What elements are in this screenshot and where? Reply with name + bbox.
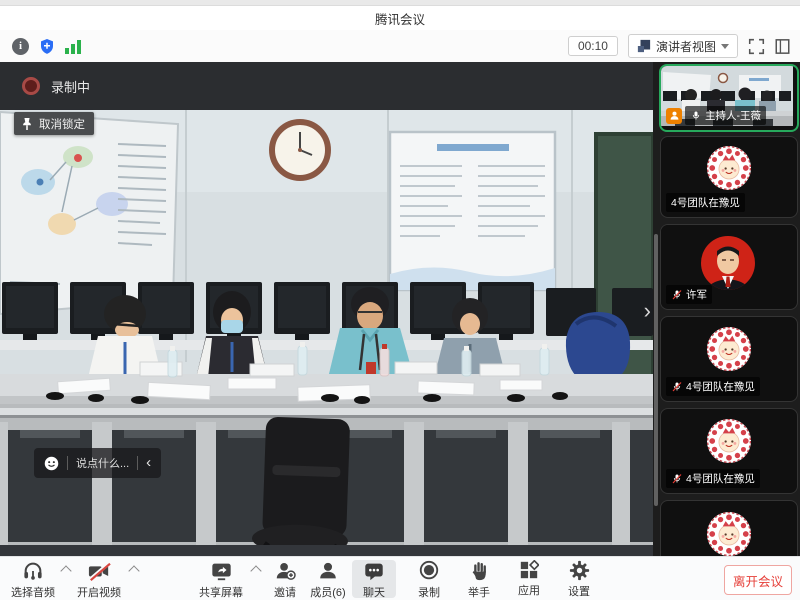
classroom-video-frame	[0, 62, 653, 556]
members-icon	[317, 560, 339, 582]
main-video[interactable]: 录制中 取消锁定 说点什么... ‹ ›	[0, 62, 653, 556]
chevron-down-icon	[721, 44, 729, 49]
participant-tile[interactable]: 4号团队在豫见	[660, 136, 798, 218]
mic-muted-icon	[671, 473, 683, 485]
raise-hand-button[interactable]: 举手	[456, 560, 502, 598]
recording-label: 录制中	[51, 77, 90, 96]
chat-icon	[363, 560, 385, 582]
chat-button[interactable]: 聊天	[352, 560, 396, 598]
members-button[interactable]: 成员(6)	[302, 560, 354, 598]
pin-icon	[21, 117, 33, 131]
info-icon[interactable]: i	[12, 38, 29, 55]
participant-name: 主持人-王薇	[705, 108, 761, 123]
participant-name: 4号团队在豫见	[686, 471, 755, 486]
team-logo	[706, 145, 752, 196]
team-logo	[706, 418, 752, 469]
divider	[67, 456, 68, 470]
fullscreen-icon[interactable]	[748, 38, 765, 55]
settings-icon	[569, 560, 590, 581]
raise-hand-icon	[469, 560, 489, 582]
video-letterbox	[0, 545, 653, 556]
settings-button[interactable]: 设置	[556, 560, 602, 598]
unpin-button[interactable]: 取消锁定	[14, 112, 94, 135]
leave-meeting-button[interactable]: 离开会议	[724, 565, 792, 595]
top-toolbar: i 00:10 演讲者视图	[0, 30, 800, 63]
team-logo	[706, 326, 752, 377]
apps-button[interactable]: 应用	[506, 560, 552, 598]
security-shield-icon[interactable]	[38, 37, 56, 56]
participant-tile[interactable]: 4号团队在豫见	[660, 316, 798, 402]
mic-muted-icon	[671, 381, 683, 393]
camera-off-icon	[87, 560, 111, 582]
quick-chat-bar[interactable]: 说点什么... ‹	[34, 448, 161, 478]
title-bar: 腾讯会议	[0, 6, 800, 30]
tencent-meeting-window: 腾讯会议 i 00:10 演讲者视图	[0, 0, 800, 600]
invite-icon	[274, 560, 296, 582]
unpin-label: 取消锁定	[39, 116, 85, 132]
audio-options-caret[interactable]	[60, 565, 71, 576]
participant-tile-host[interactable]: 主持人-王薇	[659, 64, 799, 132]
share-screen-button[interactable]: 共享屏幕	[192, 560, 250, 598]
divider	[137, 456, 138, 470]
recording-banner: 录制中	[0, 62, 653, 110]
select-audio-button[interactable]: 选择音频	[6, 560, 60, 598]
participant-name: 4号团队在豫见	[671, 195, 740, 210]
participant-name: 许军	[686, 287, 707, 302]
participant-tile[interactable]: 4号团队在豫见	[660, 408, 798, 494]
video-options-caret[interactable]	[128, 565, 139, 576]
sidebar-scrollbar[interactable]	[654, 234, 658, 506]
view-mode-label: 演讲者视图	[656, 38, 716, 55]
headset-icon	[22, 560, 44, 582]
host-avatar-badge	[666, 108, 682, 124]
sidebar-collapse-chevron[interactable]: ›	[644, 300, 651, 322]
layout-icon	[637, 39, 651, 53]
recording-dot-icon	[22, 77, 40, 95]
participant-tile[interactable]	[660, 500, 798, 556]
meeting-timer: 00:10	[568, 36, 618, 56]
record-button[interactable]: 录制	[406, 560, 452, 598]
participant-name: 4号团队在豫见	[686, 379, 755, 394]
view-mode-button[interactable]: 演讲者视图	[628, 34, 738, 58]
bottom-toolbar: 选择音频 开启视频 共享屏幕	[0, 556, 800, 600]
chat-input-placeholder[interactable]: 说点什么...	[76, 455, 129, 471]
chevron-left-icon[interactable]: ‹	[146, 455, 151, 470]
share-screen-icon	[210, 560, 233, 582]
start-video-button[interactable]: 开启视频	[72, 560, 126, 598]
mic-muted-icon	[671, 289, 683, 301]
record-icon	[418, 560, 440, 582]
mic-on-icon	[690, 110, 702, 122]
apps-icon	[519, 560, 539, 580]
emoji-icon[interactable]	[44, 456, 59, 471]
network-signal-icon[interactable]	[65, 39, 81, 54]
window-title: 腾讯会议	[375, 9, 425, 28]
participant-tile[interactable]: 许军	[660, 224, 798, 310]
team-logo	[706, 511, 752, 556]
side-panel-icon[interactable]	[775, 38, 790, 55]
participants-sidebar: 主持人-王薇 4号团队在豫见	[653, 62, 800, 556]
share-options-caret[interactable]	[250, 565, 261, 576]
